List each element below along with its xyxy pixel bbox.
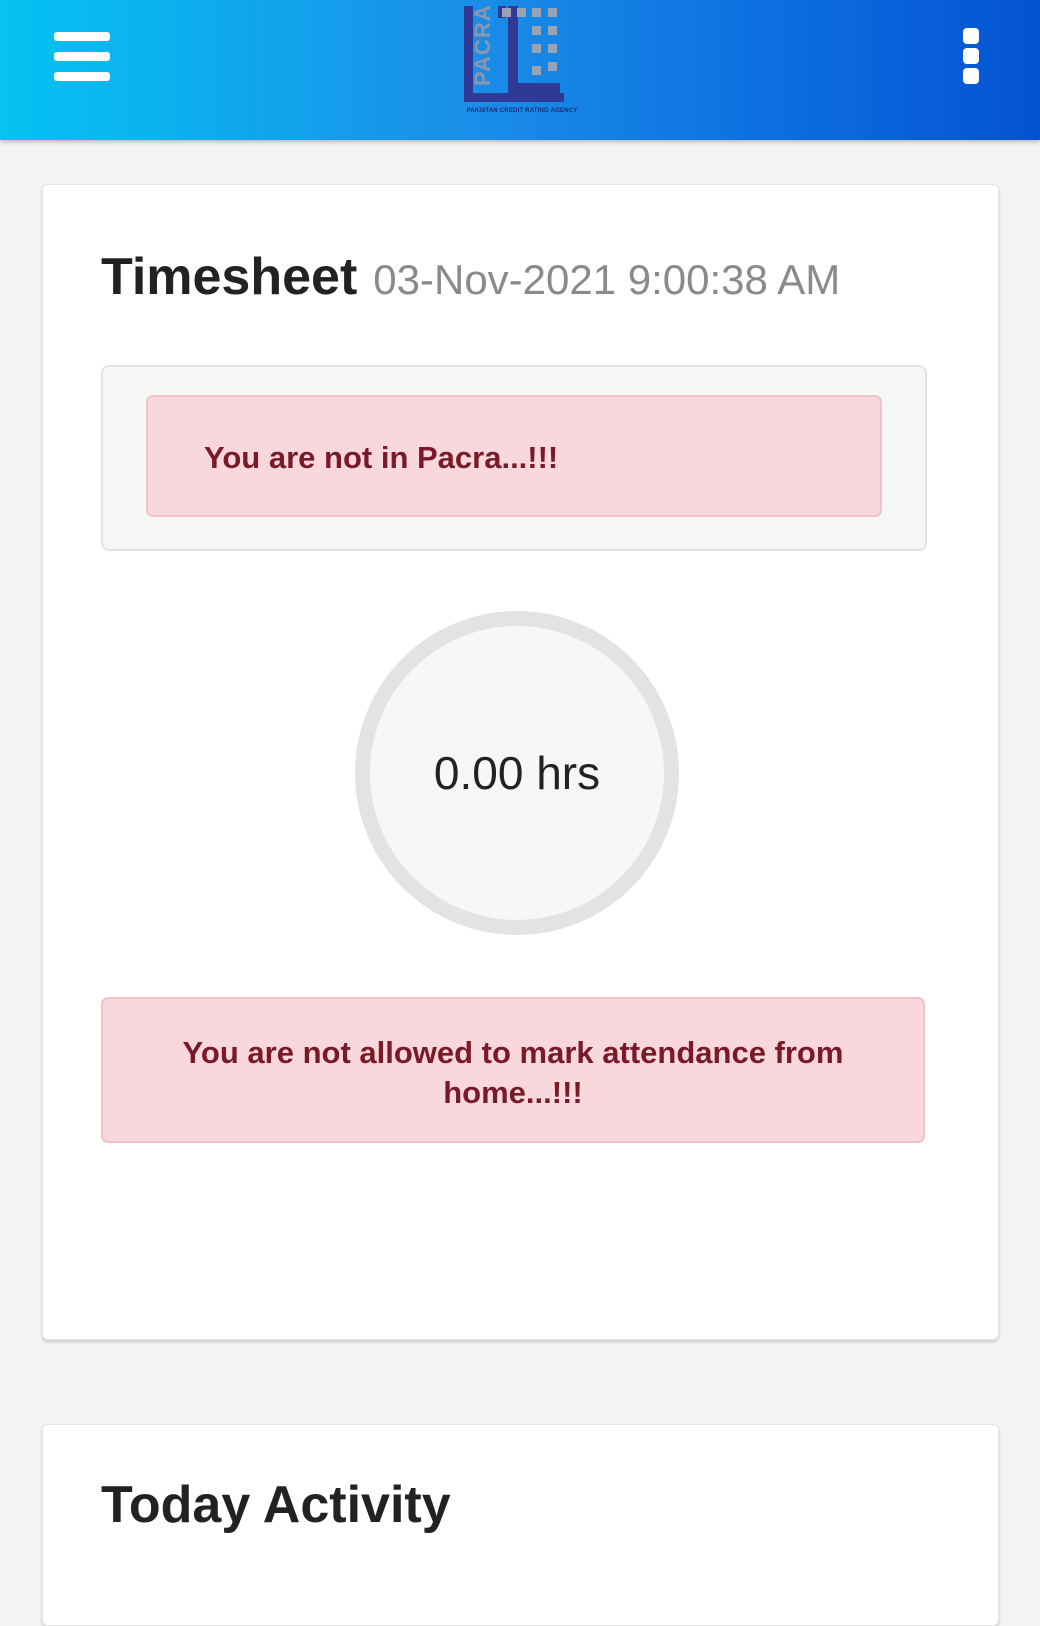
hamburger-menu-icon[interactable]	[52, 30, 114, 84]
svg-text:PACRA: PACRA	[470, 4, 495, 86]
timesheet-title: Timesheet	[101, 248, 358, 306]
location-alert-container: You are not in Pacra...!!!	[101, 365, 927, 551]
timesheet-header: Timesheet 03-Nov-2021 9:00:38 AM	[101, 247, 840, 307]
attendance-alert: You are not allowed to mark attendance f…	[101, 997, 925, 1143]
hours-counter: 0.00 hrs	[355, 611, 679, 935]
timesheet-datetime: 03-Nov-2021 9:00:38 AM	[373, 256, 841, 303]
pacra-logo: PACRA PAKISTAN CREDIT RATING AGENCY	[462, 4, 582, 120]
location-alert: You are not in Pacra...!!!	[146, 395, 882, 517]
logo-tagline: PAKISTAN CREDIT RATING AGENCY	[466, 108, 578, 114]
more-vertical-icon[interactable]	[960, 24, 986, 86]
today-activity-card: Today Activity	[42, 1424, 999, 1626]
app-header: PACRA PAKISTAN CREDIT RATING AGENCY	[0, 0, 1040, 140]
today-activity-title: Today Activity	[101, 1476, 451, 1534]
timesheet-card: Timesheet 03-Nov-2021 9:00:38 AM You are …	[42, 184, 999, 1340]
